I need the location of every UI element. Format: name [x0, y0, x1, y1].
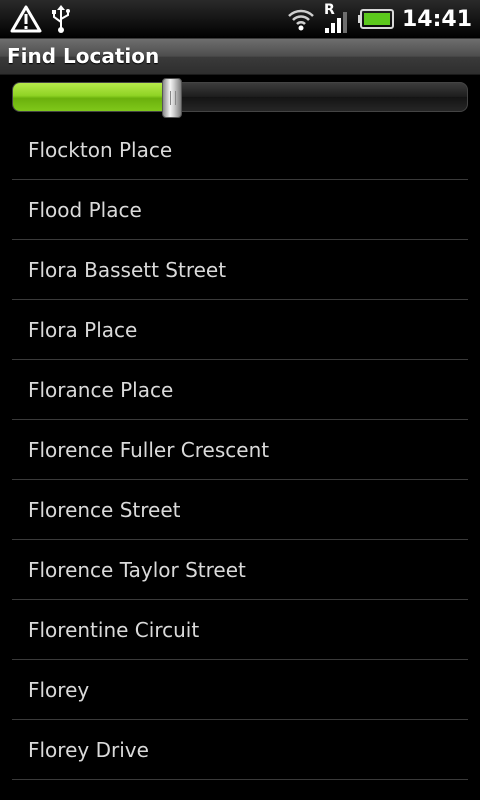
page-title: Find Location — [7, 44, 160, 68]
signal-roaming-icon: R — [324, 2, 350, 34]
warning-icon — [10, 5, 42, 33]
status-right-icons: R 14:41 — [278, 2, 472, 35]
list-item-label: Florence Fuller Crescent — [28, 437, 270, 462]
list-item-label: Florentine Circuit — [28, 617, 200, 642]
list-item-label: Florance Place — [28, 377, 174, 402]
location-seek-bar[interactable] — [12, 82, 468, 112]
list-item[interactable]: Florentine Circuit — [12, 600, 468, 660]
list-item[interactable]: Flood Place — [12, 180, 468, 240]
list-item-label: Florey — [28, 677, 90, 702]
list-item-label: Florey Drive — [28, 737, 149, 762]
battery-icon — [357, 9, 394, 29]
list-item[interactable]: Florey Drive — [12, 720, 468, 780]
list-item[interactable]: Florence Fuller Crescent — [12, 420, 468, 480]
status-left-icons — [10, 4, 80, 34]
status-bar: R 14:41 — [0, 0, 480, 39]
list-item-label: Florence Taylor Street — [28, 557, 246, 582]
list-item[interactable]: Flora Bassett Street — [12, 240, 468, 300]
usb-icon — [52, 5, 70, 33]
list-item[interactable]: Flora Place — [12, 300, 468, 360]
wifi-icon — [288, 9, 314, 31]
title-bar: Find Location — [0, 39, 480, 75]
list-item[interactable]: Florence Street — [12, 480, 468, 540]
list-item-label: Florence Street — [28, 497, 181, 522]
thumb-grip — [169, 91, 176, 105]
list-item[interactable]: Florence Taylor Street — [12, 540, 468, 600]
screen: R 14:41 Find Location Flockton Place Flo… — [0, 0, 480, 800]
list-item-label: Flockton Place — [28, 137, 173, 162]
seek-bar-fill — [13, 83, 173, 111]
list-item[interactable]: Florance Place — [12, 360, 468, 420]
location-list: Flockton Place Flood Place Flora Bassett… — [12, 120, 468, 780]
list-item-label: Flora Place — [28, 317, 138, 342]
list-item[interactable]: Flockton Place — [12, 120, 468, 180]
seek-bar-thumb[interactable] — [161, 78, 182, 118]
status-clock: 14:41 — [401, 6, 472, 32]
list-item[interactable]: Florey — [12, 660, 468, 720]
list-item-label: Flora Bassett Street — [28, 257, 227, 282]
list-item-label: Flood Place — [28, 197, 142, 222]
